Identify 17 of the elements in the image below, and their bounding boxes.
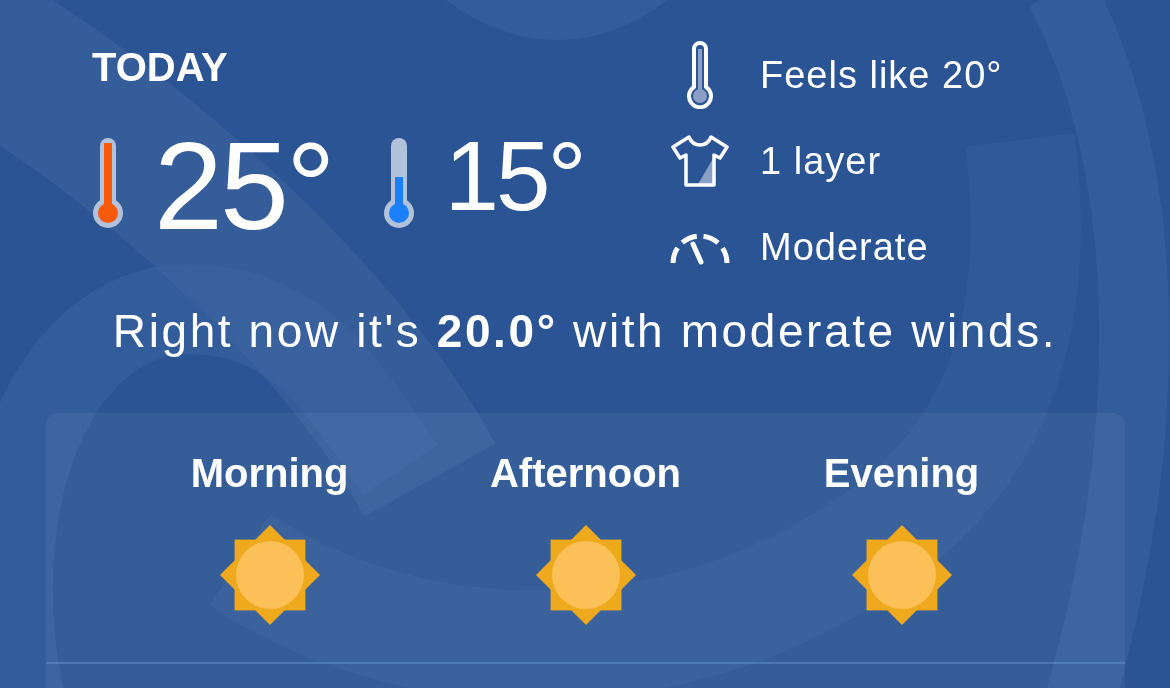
current-conditions-text: Right now it's 20.0° with moderate winds. xyxy=(112,304,1058,359)
feels-like-text: Feels like 20° xyxy=(760,53,1003,97)
low-temperature: 15° xyxy=(444,137,584,216)
wind-text: Moderate xyxy=(760,225,929,269)
sun-icon xyxy=(219,525,320,626)
period-label: Evening xyxy=(823,453,980,494)
thermometer-icon xyxy=(92,137,124,229)
period-label: Morning xyxy=(190,453,349,494)
clothing-text: 1 layer xyxy=(760,139,882,183)
shirt-icon xyxy=(670,135,730,187)
sun-icon xyxy=(851,525,952,626)
thermometer-icon xyxy=(686,41,714,109)
sun-icon xyxy=(535,525,636,626)
high-temperature: 25° xyxy=(154,137,333,237)
today-heading: TODAY xyxy=(92,47,228,87)
thermometer-icon xyxy=(382,137,415,229)
period-label: Afternoon xyxy=(489,453,682,494)
